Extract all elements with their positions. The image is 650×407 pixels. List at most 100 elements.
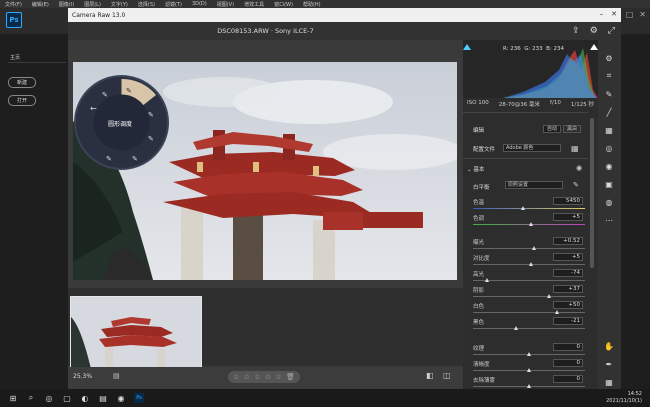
slider-thumb[interactable] (526, 352, 531, 356)
profile-browser-icon[interactable]: ▦ (571, 144, 579, 153)
auto-button[interactable]: 自动 (543, 125, 561, 133)
slider-thumb[interactable] (546, 294, 551, 298)
white-balance-select[interactable]: 原照设置 (505, 181, 563, 189)
slider-value-input[interactable]: -21 (553, 317, 583, 325)
bw-button[interactable]: 黑白 (563, 125, 581, 133)
photoshop-taskbar-icon[interactable]: Ps (134, 393, 144, 403)
film-strip-toggle-icon[interactable]: ▤ (113, 372, 120, 380)
color-sampler-icon[interactable]: ✒ (603, 358, 615, 370)
gear-icon[interactable]: ⚙ (590, 26, 598, 36)
menu-file[interactable]: 文件(F) (0, 1, 27, 8)
home-label[interactable]: 主页 (10, 54, 20, 61)
crop-icon[interactable]: ⌗ (603, 70, 615, 82)
close-icon[interactable]: ✕ (639, 10, 646, 19)
menu-3d[interactable]: 3D(D) (187, 1, 212, 7)
presets-icon[interactable]: ◍ (603, 196, 615, 208)
slider-track[interactable] (473, 326, 585, 330)
filmstrip-thumbnail[interactable] (70, 296, 202, 370)
slider-thumb[interactable] (528, 222, 533, 226)
slider-thumb[interactable] (520, 206, 525, 210)
star-icon[interactable]: ☆ (275, 373, 281, 381)
search-icon[interactable]: ⌕ (26, 393, 36, 403)
thumbnail-photo (71, 297, 201, 369)
star-icon[interactable]: ☆ (265, 373, 271, 381)
slider-thumb[interactable] (526, 384, 531, 388)
close-icon[interactable]: ✕ (611, 10, 617, 18)
app-icon[interactable]: ◉ (116, 393, 126, 403)
browser-icon[interactable]: ◐ (80, 393, 90, 403)
compare-icon[interactable]: ◧ (426, 371, 434, 380)
trash-icon[interactable]: 🗑 (286, 373, 295, 381)
slider-track[interactable] (473, 294, 585, 298)
task-view-icon[interactable]: ◎ (44, 393, 54, 403)
slider-track[interactable] (473, 352, 585, 356)
menu-view[interactable]: 视图(V) (212, 1, 239, 8)
slider-track[interactable] (473, 262, 585, 266)
hand-icon[interactable]: ✋ (603, 340, 615, 352)
slider-track[interactable] (473, 278, 585, 282)
grid-icon[interactable]: ▦ (603, 376, 615, 388)
new-button[interactable]: 新建 (8, 77, 36, 88)
eyedropper-icon[interactable]: ✎ (573, 181, 579, 189)
radial-filter-icon[interactable]: ◎ (603, 142, 615, 154)
slider-value-input[interactable]: +5 (553, 213, 583, 221)
menu-select[interactable]: 选择(S) (133, 1, 160, 8)
star-icon[interactable]: ☆ (244, 373, 250, 381)
menu-layer[interactable]: 图层(L) (79, 1, 106, 8)
brush-icon[interactable]: ╱ (603, 106, 615, 118)
slider-thumb[interactable] (532, 246, 537, 250)
red-eye-icon[interactable]: ◉ (603, 160, 615, 172)
svg-text:←: ← (90, 104, 97, 113)
windows-start-icon[interactable]: ⊞ (8, 393, 18, 403)
slider-track[interactable] (473, 222, 585, 226)
menu-help[interactable]: 帮助(H) (298, 1, 326, 8)
slider-value-input[interactable]: +0.52 (553, 237, 583, 245)
slider-track[interactable] (473, 246, 585, 250)
exif-info: ISO 100 28-70@36 毫米 f/10 1/125 秒 (463, 100, 598, 110)
menu-image[interactable]: 图像(I) (54, 1, 79, 8)
slider-thumb[interactable] (514, 326, 519, 330)
slider-value-input[interactable]: 0 (553, 343, 583, 351)
star-icon[interactable]: ☆ (254, 373, 260, 381)
slider-value-input[interactable]: +5 (553, 253, 583, 261)
spot-removal-icon[interactable]: ✎ (603, 88, 615, 100)
star-icon[interactable]: ☆ (233, 373, 239, 381)
slider-track[interactable] (473, 310, 585, 314)
slider-value-input[interactable]: +50 (553, 301, 583, 309)
maximize-icon[interactable]: □ (626, 10, 634, 19)
slider-value-input[interactable]: 5450 (553, 197, 583, 205)
bottom-bar: 25.3% ▤ ☆ ☆ ☆ ☆ ☆ 🗑 ◧ ◫ (68, 367, 463, 389)
open-button[interactable]: 打开 (8, 95, 36, 106)
slider-track[interactable] (473, 384, 585, 388)
menu-window[interactable]: 窗口(W) (269, 1, 298, 8)
slider-label: 色调 (473, 216, 485, 222)
slider-value-input[interactable]: +37 (553, 285, 583, 293)
snapshots-icon[interactable]: ▣ (603, 178, 615, 190)
profile-select[interactable]: Adobe 颜色 (503, 144, 561, 152)
menu-plugins[interactable]: 增效工具 (239, 1, 269, 8)
folder-icon[interactable]: ▤ (98, 393, 108, 403)
slider-thumb[interactable] (554, 310, 559, 314)
panel-scrollbar[interactable] (590, 118, 594, 268)
slider-thumb[interactable] (485, 278, 490, 282)
menu-type[interactable]: 文字(Y) (106, 1, 133, 8)
before-after-icon[interactable]: ◫ (443, 371, 451, 380)
menu-edit[interactable]: 编辑(E) (27, 1, 54, 8)
slider-thumb[interactable] (526, 368, 531, 372)
slider-value-input[interactable]: -74 (553, 269, 583, 277)
slider-value-input[interactable]: 0 (553, 375, 583, 383)
menu-filter[interactable]: 滤镜(T) (160, 1, 187, 8)
visibility-eye-icon[interactable]: ◉ (576, 164, 582, 172)
fullscreen-icon[interactable]: ⤢ (608, 26, 615, 36)
save-icon[interactable]: ⇪ (572, 26, 580, 36)
edit-icon[interactable]: ⚙ (603, 52, 615, 64)
zoom-level[interactable]: 25.3% (73, 373, 92, 380)
minimize-icon[interactable]: – (600, 10, 604, 18)
slider-track[interactable] (473, 206, 585, 210)
slider-track[interactable] (473, 368, 585, 372)
more-icon[interactable]: ⋯ (603, 214, 615, 226)
slider-value-input[interactable]: 0 (553, 359, 583, 367)
slider-thumb[interactable] (528, 262, 533, 266)
graduated-filter-icon[interactable]: ▦ (603, 124, 615, 136)
file-explorer-icon[interactable]: ▢ (62, 393, 72, 403)
